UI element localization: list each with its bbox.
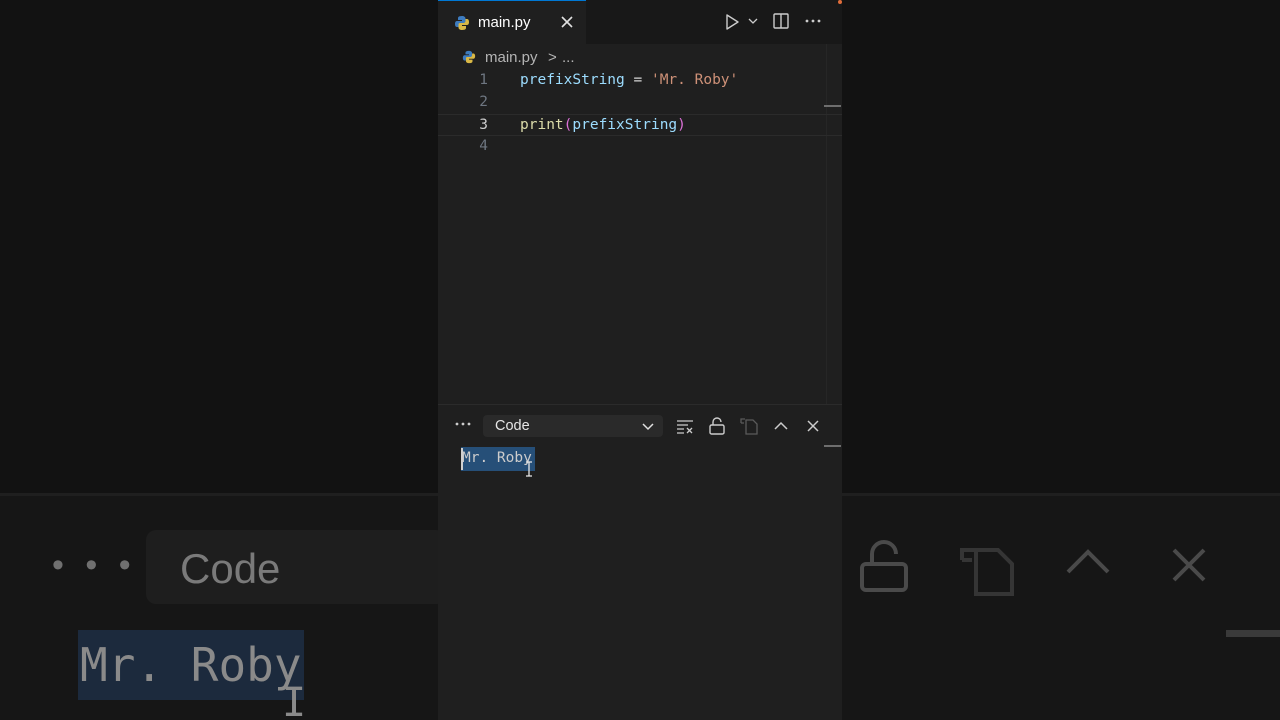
code-token: print [520, 117, 564, 133]
split-editor-icon[interactable] [772, 12, 790, 30]
code-line[interactable]: 2 [438, 92, 842, 114]
close-icon[interactable] [558, 13, 576, 31]
close-icon[interactable] [803, 416, 823, 436]
output-channel-select[interactable]: Code [483, 415, 663, 437]
output-panel: Code Mr. Roby [438, 404, 842, 720]
code-line[interactable]: 1 prefixString = 'Mr. Roby' [438, 70, 842, 92]
breadcrumb-file[interactable]: main.py [485, 49, 538, 66]
line-number: 2 [479, 94, 488, 110]
python-file-icon [455, 16, 469, 30]
text-caret [461, 448, 463, 470]
ellipsis-icon[interactable] [454, 415, 472, 433]
background-ibeam-icon: I [282, 680, 307, 720]
chevron-down-icon[interactable] [747, 16, 759, 26]
line-number: 3 [479, 117, 488, 133]
background-lock-icon [860, 540, 908, 592]
line-number: 1 [479, 72, 488, 88]
background-close-icon [1172, 548, 1206, 582]
background-chevron-up-icon [1066, 549, 1110, 574]
chevron-up-icon[interactable] [771, 416, 791, 436]
lock-icon[interactable] [707, 416, 727, 436]
background-dropdown-label: Code [180, 545, 281, 592]
background-copy-icon [960, 548, 1014, 596]
chevron-down-icon [642, 423, 654, 431]
copy-icon[interactable] [739, 416, 759, 436]
breadcrumb-separator: > [548, 49, 557, 66]
code-token: = [624, 72, 651, 88]
ellipsis-icon[interactable] [804, 12, 822, 30]
python-file-icon [462, 50, 476, 64]
clear-output-icon[interactable] [675, 416, 695, 436]
output-text[interactable]: Mr. Roby [462, 450, 532, 466]
code-line-current[interactable]: 3 print(prefixString) [438, 114, 842, 136]
background-output-text: Mr. Roby [80, 638, 302, 692]
code-token: ) [677, 117, 686, 133]
tab-label: main.py [478, 14, 531, 31]
line-source: print(prefixString) [520, 117, 686, 133]
output-channel-label: Code [495, 418, 530, 434]
tab-bar: main.py [438, 0, 842, 44]
background-ellipsis-icon: • • • [52, 546, 137, 584]
code-token: prefixString [520, 72, 625, 88]
output-scrollbar[interactable] [824, 445, 841, 447]
code-line[interactable]: 4 [438, 136, 842, 158]
code-token: prefixString [572, 117, 678, 133]
code-token: 'Mr. Roby' [650, 72, 739, 88]
play-icon[interactable] [724, 13, 740, 31]
background-scrollbar [1226, 630, 1280, 637]
line-number: 4 [479, 138, 488, 154]
tab-main-py[interactable]: main.py [438, 0, 586, 44]
line-source: prefixString = 'Mr. Roby' [520, 72, 738, 88]
ibeam-cursor-icon [526, 461, 532, 477]
modified-indicator [838, 0, 842, 4]
editor-window: main.py main.py > ... 1 prefixString = '… [438, 0, 842, 720]
breadcrumb-symbols[interactable]: ... [562, 49, 575, 66]
